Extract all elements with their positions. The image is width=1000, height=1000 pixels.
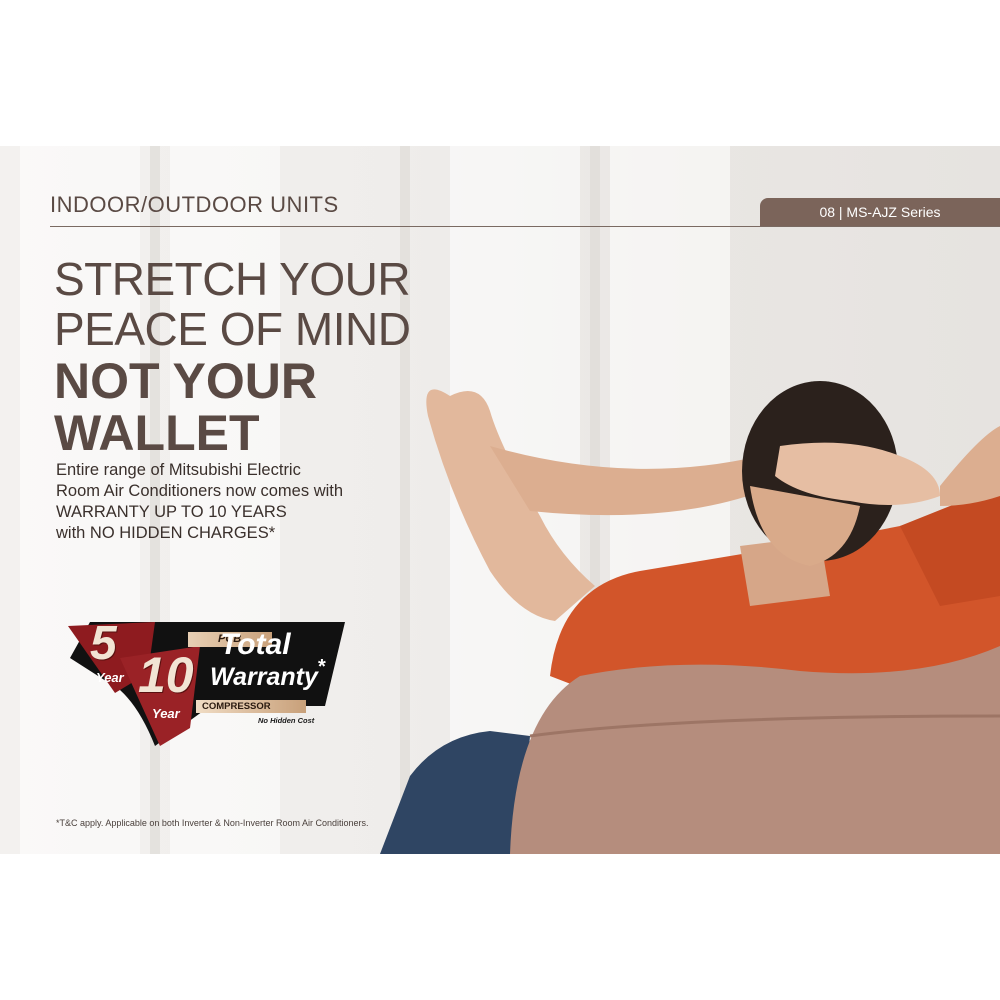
body-line-4: with NO HIDDEN CHARGES*	[56, 524, 276, 542]
series-tab: 08 | MS-AJZ Series	[760, 198, 1000, 226]
badge-warranty: Warranty	[210, 663, 318, 691]
headline-line-2: PEACE OF MIND	[54, 303, 411, 355]
badge-year-1: Year	[96, 670, 124, 685]
body-copy: Entire range of Mitsubishi Electric Room…	[56, 460, 396, 544]
headline-line-4: WALLET	[54, 405, 260, 461]
body-line-3: WARRANTY UP TO 10 YEARS	[56, 503, 287, 521]
header-rule	[50, 226, 1000, 227]
headline: STRETCH YOUR PEACE OF MIND NOT YOUR WALL…	[54, 253, 411, 461]
headline-line-3: NOT YOUR	[54, 353, 317, 409]
badge-five: 5	[90, 617, 117, 670]
badge-ten: 10	[138, 647, 194, 703]
badge-compressor: COMPRESSOR	[196, 700, 306, 713]
brochure-page: INDOOR/OUTDOOR UNITS 08 | MS-AJZ Series …	[0, 146, 1000, 854]
badge-asterisk: *	[318, 656, 326, 678]
badge-no-hidden-cost: No Hidden Cost	[258, 716, 315, 725]
footnote: *T&C apply. Applicable on both Inverter …	[56, 818, 369, 828]
headline-line-1: STRETCH YOUR	[54, 253, 411, 305]
body-line-1: Entire range of Mitsubishi Electric	[56, 461, 301, 479]
body-line-2: Room Air Conditioners now comes with	[56, 482, 344, 500]
badge-total: Total	[220, 628, 291, 661]
warranty-badge: 5 Year PCB 10 Year Total Warranty * COMP…	[60, 617, 350, 748]
man-relaxing-photo	[380, 381, 1000, 854]
section-title: INDOOR/OUTDOOR UNITS	[50, 192, 339, 217]
badge-year-2: Year	[152, 706, 180, 721]
